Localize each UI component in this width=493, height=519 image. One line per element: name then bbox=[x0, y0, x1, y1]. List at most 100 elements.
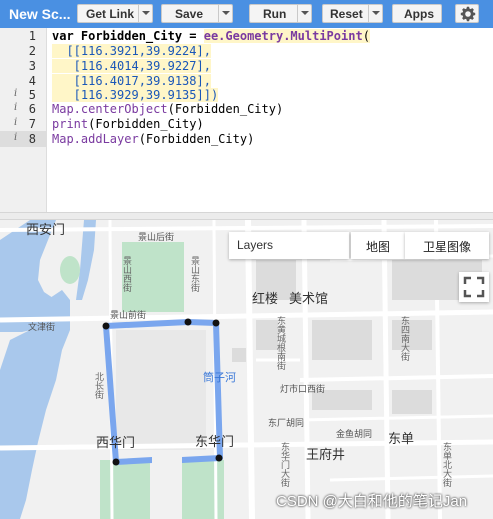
park bbox=[182, 460, 224, 519]
code-line-4: [116.4017,39.9138], bbox=[52, 74, 211, 88]
info-icon[interactable]: i bbox=[14, 132, 17, 143]
toolbar: New Sc... Get Link Save Run Reset Apps bbox=[0, 0, 493, 28]
coordinate-pair: [116.4014,39.9227], bbox=[52, 59, 211, 73]
map-button-label: 地图 bbox=[366, 240, 391, 254]
chevron-down-icon bbox=[372, 11, 380, 15]
code-line-6: Map.centerObject(Forbidden_City) bbox=[52, 102, 283, 116]
map-label: 东厂胡同 bbox=[268, 419, 305, 429]
layers-label: Layers bbox=[237, 238, 274, 252]
code-line-5: [116.3929,39.9135]]) bbox=[52, 88, 219, 102]
coordinate-pair: [116.4017,39.9138], bbox=[52, 74, 211, 88]
run-button[interactable]: Run bbox=[249, 4, 312, 23]
point-marker[interactable] bbox=[212, 319, 220, 327]
map-label: 北长街 bbox=[93, 372, 103, 399]
reset-label: Reset bbox=[330, 7, 363, 21]
line-number: 1 bbox=[28, 29, 36, 43]
function-call: print bbox=[52, 117, 89, 131]
line-number: 4 bbox=[28, 74, 36, 88]
apps-label: Apps bbox=[404, 7, 434, 21]
code-line-8: Map.addLayer(Forbidden_City) bbox=[52, 132, 254, 146]
map-label: 西华门 bbox=[96, 436, 136, 451]
reset-dropdown[interactable] bbox=[368, 5, 383, 22]
settings-button[interactable] bbox=[455, 4, 479, 23]
save-label: Save bbox=[175, 7, 204, 21]
save-button[interactable]: Save bbox=[161, 4, 233, 23]
code-editor[interactable]: 1 2 3 4 5 6 7 8 i i i i var Forbidden_Ci… bbox=[0, 28, 493, 212]
map-label: 文津街 bbox=[28, 323, 56, 333]
map-label: 东华门大街 bbox=[279, 442, 289, 487]
map-panel[interactable]: 西安门 景山后街 景山西街 景山东街 景山前街 文津街 北长街 红楼 美术馆 筒… bbox=[0, 220, 493, 519]
script-title[interactable]: New Sc... bbox=[9, 6, 70, 22]
reset-button[interactable]: Reset bbox=[322, 4, 383, 23]
line-number: 8 bbox=[28, 132, 36, 146]
run-dropdown[interactable] bbox=[297, 5, 312, 22]
satellite-button-label: 卫星图像 bbox=[423, 240, 472, 254]
identifier: Forbidden_City = bbox=[73, 29, 204, 43]
paren: ( bbox=[362, 29, 370, 43]
get-link-button[interactable]: Get Link bbox=[77, 4, 153, 23]
keyword: var bbox=[52, 29, 74, 43]
river bbox=[76, 220, 96, 300]
code-line-2: [[116.3921,39.9224], bbox=[52, 44, 211, 58]
arguments: (Forbidden_City) bbox=[138, 132, 255, 146]
map-label: 东四南大街 bbox=[399, 316, 409, 361]
map-label: 东黄城根南街 bbox=[275, 316, 285, 370]
code-line-1: var Forbidden_City = ee.Geometry.MultiPo… bbox=[52, 29, 370, 43]
map-label: 灯市口西街 bbox=[280, 385, 326, 395]
point-marker[interactable] bbox=[102, 322, 110, 330]
layers-control[interactable]: Layers bbox=[229, 232, 349, 259]
code-line-7: print(Forbidden_City) bbox=[52, 117, 204, 131]
function-call: Map.addLayer bbox=[52, 132, 139, 146]
map-label: 西安门 bbox=[26, 223, 66, 238]
map-type-map-button[interactable]: 地图 bbox=[351, 232, 405, 259]
chevron-down-icon bbox=[142, 11, 150, 15]
map-canvas bbox=[0, 220, 493, 519]
coordinate-pair: [[116.3921,39.9224], bbox=[52, 44, 211, 58]
code-line-3: [116.4014,39.9227], bbox=[52, 59, 211, 73]
building-blocks bbox=[232, 260, 482, 414]
map-label: 筒子河 bbox=[203, 371, 236, 384]
island bbox=[60, 256, 80, 284]
chevron-down-icon bbox=[301, 11, 309, 15]
map-label: 景山前街 bbox=[110, 311, 147, 321]
watermark: CSDN @大白和他的笔记Jan bbox=[276, 493, 468, 510]
info-icon[interactable]: i bbox=[14, 117, 17, 128]
map-label: 东单 bbox=[388, 432, 415, 447]
line-number: 7 bbox=[28, 117, 36, 131]
map-label: 东单北大街 bbox=[441, 442, 451, 487]
arguments: (Forbidden_City) bbox=[167, 102, 284, 116]
map-label: 金鱼胡同 bbox=[336, 430, 373, 440]
map-label: 美术馆 bbox=[289, 292, 329, 307]
point-marker[interactable] bbox=[112, 458, 120, 466]
point-marker[interactable] bbox=[184, 318, 192, 326]
info-icon[interactable]: i bbox=[14, 102, 17, 113]
chevron-down-icon bbox=[222, 11, 230, 15]
map-label: 景山东街 bbox=[189, 256, 199, 292]
point-marker[interactable] bbox=[215, 454, 223, 462]
save-dropdown[interactable] bbox=[218, 5, 233, 22]
map-label: 东华门 bbox=[195, 435, 235, 450]
function-call: ee.Geometry.MultiPoint bbox=[203, 29, 363, 43]
fullscreen-button[interactable] bbox=[459, 272, 489, 302]
coordinate-pair: [116.3929,39.9135]]) bbox=[52, 88, 219, 102]
map-label: 王府井 bbox=[306, 448, 346, 463]
map-type-satellite-button[interactable]: 卫星图像 bbox=[405, 232, 489, 259]
get-link-label: Get Link bbox=[86, 7, 135, 21]
run-label: Run bbox=[263, 7, 287, 21]
arguments: (Forbidden_City) bbox=[88, 117, 204, 131]
map-label: 景山西街 bbox=[121, 256, 131, 292]
fullscreen-icon bbox=[463, 276, 485, 298]
park bbox=[100, 460, 150, 519]
function-call: Map.centerObject bbox=[52, 102, 168, 116]
line-number: 6 bbox=[28, 102, 36, 116]
apps-button[interactable]: Apps bbox=[392, 4, 442, 23]
info-icon[interactable]: i bbox=[14, 88, 17, 99]
map-label: 景山后街 bbox=[138, 233, 175, 243]
line-number: 3 bbox=[28, 59, 36, 73]
panel-divider[interactable] bbox=[0, 212, 493, 220]
gear-icon bbox=[460, 6, 476, 22]
line-number: 5 bbox=[28, 88, 36, 102]
map-label: 红楼 bbox=[252, 292, 279, 307]
get-link-dropdown[interactable] bbox=[138, 5, 153, 22]
line-number: 2 bbox=[28, 44, 36, 58]
